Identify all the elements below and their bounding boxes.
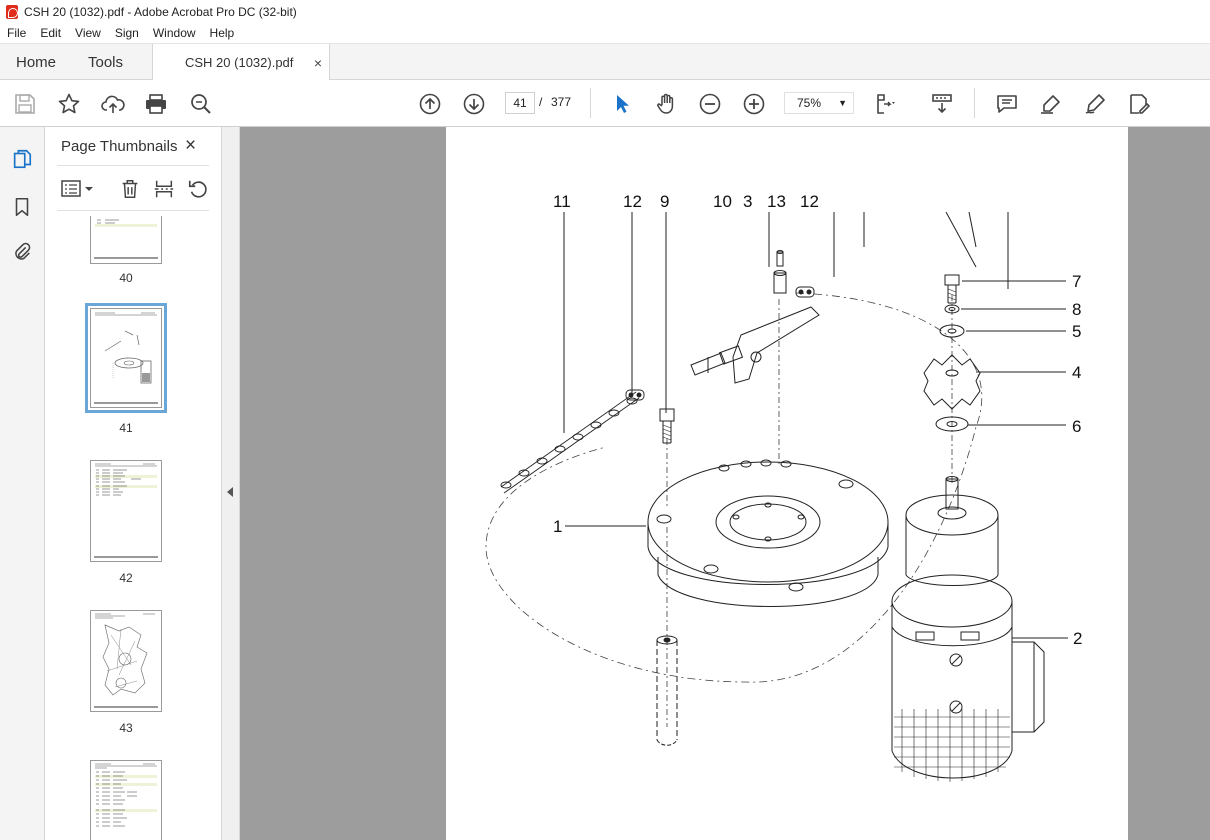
- page-thumbnail[interactable]: [90, 460, 162, 562]
- callout-label: 1: [553, 517, 562, 536]
- window-title: CSH 20 (1032).pdf - Adobe Acrobat Pro DC…: [24, 4, 297, 19]
- callout-label: 5: [1072, 322, 1081, 341]
- star-icon[interactable]: [56, 91, 82, 117]
- page-fit-icon[interactable]: [873, 91, 899, 117]
- pdf-page: 11 12 9 10 3 13 12 7 8 5 4 6 1 2: [446, 127, 1128, 840]
- callout-label: 10: [713, 192, 732, 211]
- zoom-value: 75%: [797, 96, 822, 110]
- callout-label: 12: [800, 192, 819, 211]
- main-toolbar: 41 / 377 75% ▼: [0, 80, 1210, 127]
- menu-bar: File Edit View Sign Window Help: [0, 23, 1210, 43]
- callout-label: 7: [1072, 272, 1081, 291]
- thumbnail-page-number: 42: [119, 571, 133, 585]
- next-page-icon[interactable]: [461, 91, 487, 117]
- highlight-icon[interactable]: [1038, 91, 1064, 117]
- divider: [57, 210, 209, 211]
- menu-sign[interactable]: Sign: [108, 26, 146, 40]
- tab-home[interactable]: Home: [16, 44, 56, 80]
- page-total: 377: [551, 95, 572, 109]
- toolbar-divider: [974, 88, 975, 118]
- callout-label: 9: [660, 192, 669, 211]
- callout-label: 6: [1072, 417, 1081, 436]
- tab-document-label: CSH 20 (1032).pdf: [185, 55, 294, 70]
- page-thumbnail[interactable]: [90, 216, 162, 264]
- tab-document[interactable]: CSH 20 (1032).pdf ×: [152, 44, 330, 81]
- page-thumbnail-selected[interactable]: [85, 303, 167, 413]
- menu-help[interactable]: Help: [203, 26, 242, 40]
- callout-label: 11: [553, 192, 571, 211]
- tab-tools[interactable]: Tools: [88, 44, 123, 80]
- callout-label: 8: [1072, 300, 1081, 319]
- zoom-select[interactable]: 75% ▼: [784, 92, 854, 114]
- chevron-down-icon: ▼: [838, 98, 847, 108]
- menu-window[interactable]: Window: [146, 26, 203, 40]
- prev-page-icon[interactable]: [417, 91, 443, 117]
- attachment-icon[interactable]: [10, 240, 34, 264]
- tab-bar: Home Tools CSH 20 (1032).pdf ×: [0, 43, 1210, 81]
- callout-label: 12: [623, 192, 642, 211]
- copy-pages-icon[interactable]: [10, 147, 34, 171]
- page-number-input[interactable]: 41: [505, 92, 535, 114]
- document-viewer[interactable]: 11 12 9 10 3 13 12 7 8 5 4 6 1 2: [240, 127, 1210, 840]
- zoom-in-icon[interactable]: [741, 91, 767, 117]
- thumbnail-page-number: 41: [119, 421, 133, 435]
- exploded-parts-drawing: 11 12 9 10 3 13 12 7 8 5 4 6 1 2: [485, 192, 1082, 782]
- pdf-app-icon: [6, 4, 18, 19]
- zoom-out-icon[interactable]: [697, 91, 723, 117]
- comment-icon[interactable]: [994, 91, 1020, 117]
- rotate-icon[interactable]: [187, 178, 209, 200]
- thumbnail-page-number: 40: [119, 271, 133, 285]
- options-menu-icon[interactable]: [61, 179, 95, 199]
- thumbnails-panel: Page Thumbnails × 40 41 42 43: [45, 127, 260, 840]
- print-icon[interactable]: [143, 91, 169, 117]
- edit-pdf-icon[interactable]: [1126, 91, 1152, 117]
- panel-title: Page Thumbnails: [61, 138, 178, 155]
- menu-edit[interactable]: Edit: [33, 26, 68, 40]
- save-icon[interactable]: [12, 91, 38, 117]
- hand-icon[interactable]: [653, 91, 679, 117]
- upload-icon[interactable]: [100, 91, 126, 117]
- callout-label: 2: [1073, 629, 1082, 648]
- scroll-mode-icon[interactable]: [929, 91, 955, 117]
- title-bar: CSH 20 (1032).pdf - Adobe Acrobat Pro DC…: [0, 0, 1210, 23]
- page-separator: /: [539, 95, 543, 109]
- page-thumbnail[interactable]: [90, 610, 162, 712]
- delete-icon[interactable]: [119, 178, 141, 200]
- menu-file[interactable]: File: [0, 26, 33, 40]
- panel-splitter[interactable]: [222, 127, 240, 840]
- close-icon[interactable]: ×: [185, 135, 196, 157]
- callout-label: 4: [1072, 363, 1081, 382]
- select-arrow-icon[interactable]: [609, 91, 635, 117]
- bookmark-icon[interactable]: [10, 195, 34, 219]
- toolbar-divider: [590, 88, 591, 118]
- close-tab-icon[interactable]: ×: [314, 55, 322, 71]
- callout-label: 3: [743, 192, 752, 211]
- callout-label: 13: [767, 192, 786, 211]
- sign-icon[interactable]: [1082, 91, 1108, 117]
- thumbnail-tools: [57, 175, 209, 203]
- collapse-panel-icon[interactable]: [227, 487, 233, 497]
- menu-view[interactable]: View: [68, 26, 108, 40]
- divider: [57, 165, 209, 166]
- extract-pages-icon[interactable]: [153, 178, 175, 200]
- page-thumbnail[interactable]: [90, 760, 162, 840]
- thumbnail-page-number: 43: [119, 721, 133, 735]
- find-icon[interactable]: [188, 91, 214, 117]
- left-rail: [0, 127, 45, 840]
